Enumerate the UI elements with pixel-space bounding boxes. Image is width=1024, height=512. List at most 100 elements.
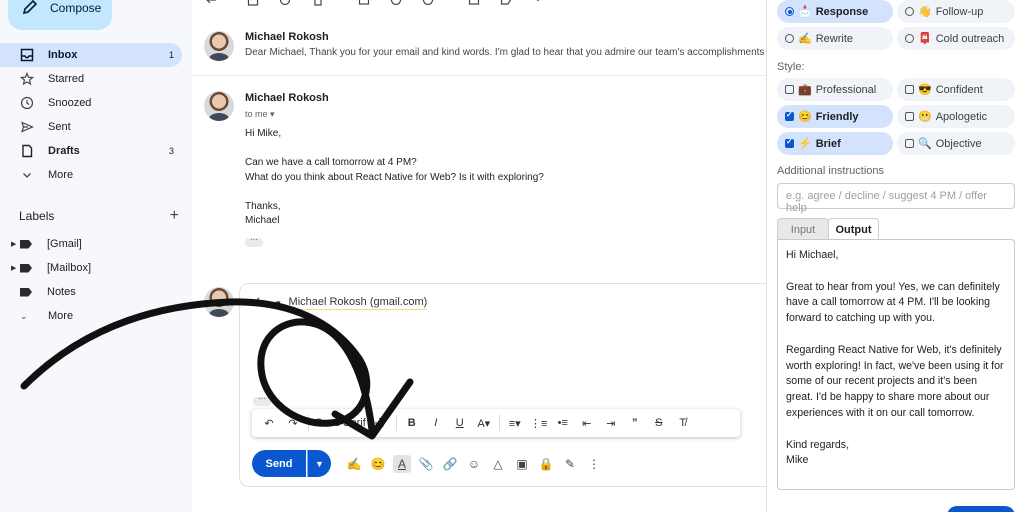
strikethrough-icon[interactable]: S	[650, 417, 668, 429]
radio-button[interactable]	[905, 7, 914, 16]
emoji-icon[interactable]: ☺	[465, 455, 483, 473]
more-vert-icon[interactable]	[532, 0, 546, 6]
delete-icon[interactable]	[312, 0, 326, 6]
redo-icon[interactable]: ↷	[284, 417, 302, 430]
checkbox[interactable]	[785, 85, 794, 94]
caret-right-icon[interactable]: ▶	[11, 240, 16, 248]
send-button[interactable]: Send	[252, 450, 306, 477]
reply-header[interactable]: ▾ Michael Rokosh (gmail.com)	[254, 296, 428, 310]
indent-more-icon[interactable]: ⇥	[602, 417, 620, 430]
sender-name[interactable]: Michael Rokosh	[245, 31, 329, 43]
confidential-mode-icon[interactable]: 🔒	[537, 455, 555, 473]
mark-unread-icon[interactable]	[358, 0, 372, 6]
formatting-toolbar: ↶ ↷ Sans Serif ₜT B I U A▾ ≡▾ ⋮≡ •≡ ⇤ ⇥ …	[252, 409, 740, 437]
sidebar-item-label: Drafts	[48, 145, 80, 157]
panel-action-button[interactable]	[947, 506, 1015, 512]
caret-right-icon[interactable]: ▶	[11, 264, 16, 272]
checkbox[interactable]	[905, 85, 914, 94]
back-arrow-icon[interactable]	[205, 0, 219, 6]
label-mailbox[interactable]: ▶ [Mailbox]	[0, 256, 192, 280]
tab-output[interactable]: Output	[828, 218, 879, 240]
sidebar-item-snoozed[interactable]: Snoozed	[0, 91, 182, 115]
radio-button[interactable]	[785, 34, 794, 43]
style-friendly[interactable]: 😊 Friendly	[777, 105, 893, 128]
style-apologetic[interactable]: 😬 Apologetic	[897, 105, 1015, 128]
checkbox[interactable]	[785, 110, 794, 121]
sidebar-item-sent[interactable]: Sent	[0, 115, 182, 139]
remove-formatting-icon[interactable]: T̸	[674, 417, 692, 429]
emoji-icon: 💼	[798, 84, 812, 96]
radio-button[interactable]	[785, 7, 794, 16]
snooze-icon[interactable]	[390, 0, 404, 6]
indent-less-icon[interactable]: ⇤	[578, 417, 596, 430]
italic-icon[interactable]: I	[427, 417, 445, 429]
message-preview[interactable]: Dear Michael, Thank you for your email a…	[245, 47, 765, 58]
bold-icon[interactable]: B	[403, 417, 421, 429]
style-professional[interactable]: 💼 Professional	[777, 78, 893, 101]
checkbox[interactable]	[905, 112, 914, 121]
archive-icon[interactable]	[247, 0, 261, 6]
avatar	[204, 31, 234, 61]
reply-compose[interactable]: ▾ Michael Rokosh (gmail.com) ··· ↶ ↷ San…	[239, 283, 779, 487]
font-select[interactable]: Sans Serif	[315, 417, 366, 429]
more-options-icon[interactable]: ⋮	[585, 455, 603, 473]
tab-input[interactable]: Input	[777, 218, 829, 240]
label-gmail[interactable]: ▶ [Gmail]	[0, 232, 192, 256]
send-icon	[20, 120, 34, 134]
show-trimmed-button[interactable]: ···	[253, 395, 271, 406]
add-label-icon[interactable]: +	[170, 207, 179, 225]
send-options-button[interactable]: ▼	[307, 450, 331, 477]
show-trimmed-button[interactable]: ···	[245, 236, 263, 247]
numbered-list-icon[interactable]: ⋮≡	[530, 417, 548, 430]
caret-down-icon[interactable]: ▾	[276, 298, 281, 309]
attach-icon[interactable]: 📎	[417, 455, 435, 473]
quote-icon[interactable]: ”	[626, 417, 644, 429]
text-color-icon[interactable]: A▾	[475, 417, 493, 430]
checkbox[interactable]	[785, 137, 794, 148]
mode-rewrite[interactable]: ✍️ Rewrite	[777, 27, 893, 50]
formatting-options-icon[interactable]: A	[393, 454, 411, 473]
recipient-details[interactable]: to me ▾	[245, 109, 275, 120]
smiley-extension-icon[interactable]: 😊	[369, 455, 387, 473]
ai-assist-icon[interactable]: ✍	[345, 455, 363, 473]
label-icon[interactable]	[500, 0, 514, 6]
label-more[interactable]: ⌄ More	[0, 304, 192, 328]
sender-name[interactable]: Michael Rokosh	[245, 92, 329, 104]
output-textarea[interactable]: Hi Michael, Great to hear from you! Yes,…	[777, 239, 1015, 490]
draft-icon	[20, 144, 34, 158]
photo-icon[interactable]: ▣	[513, 455, 531, 473]
signature-icon[interactable]: ✎	[561, 455, 579, 473]
mode-follow-up[interactable]: 👋 Follow-up	[897, 0, 1015, 23]
move-to-icon[interactable]	[468, 0, 482, 6]
drive-icon[interactable]: △	[489, 455, 507, 473]
style-objective[interactable]: 🔍 Objective	[897, 132, 1015, 155]
add-task-icon[interactable]	[422, 0, 436, 6]
emoji-icon: 👋	[918, 6, 932, 18]
sidebar-item-inbox[interactable]: Inbox 1	[0, 43, 182, 67]
sidebar-item-starred[interactable]: Starred	[0, 67, 182, 91]
radio-button[interactable]	[905, 34, 914, 43]
label-notes[interactable]: Notes	[0, 280, 192, 304]
mode-cold-outreach[interactable]: 📮 Cold outreach	[897, 27, 1015, 50]
instructions-input[interactable]: e.g. agree / decline / suggest 4 PM / of…	[777, 183, 1015, 214]
compose-button[interactable]: Compose	[8, 0, 112, 30]
bulleted-list-icon[interactable]: •≡	[554, 417, 572, 429]
sidebar-item-drafts[interactable]: Drafts 3	[0, 139, 182, 163]
style-confident[interactable]: 😎 Confident	[897, 78, 1015, 101]
caret-down-icon: ▾	[270, 109, 275, 119]
report-spam-icon[interactable]	[279, 0, 293, 6]
drafts-count: 3	[168, 146, 174, 156]
mode-response[interactable]: 📩 Response	[777, 0, 893, 23]
clock-icon	[20, 96, 34, 110]
sidebar-item-label: More	[48, 169, 74, 181]
checkbox[interactable]	[905, 139, 914, 148]
style-brief[interactable]: ⚡ Brief	[777, 132, 893, 155]
undo-icon[interactable]: ↶	[260, 417, 278, 430]
sidebar-item-more[interactable]: More	[0, 163, 182, 187]
reply-icon[interactable]	[254, 297, 268, 310]
align-icon[interactable]: ≡▾	[506, 417, 524, 430]
font-size-icon[interactable]: ₜT	[372, 415, 390, 431]
link-icon[interactable]: 🔗	[441, 455, 459, 473]
recipient-chip[interactable]: Michael Rokosh (gmail.com)	[288, 296, 428, 310]
underline-icon[interactable]: U	[451, 417, 469, 429]
